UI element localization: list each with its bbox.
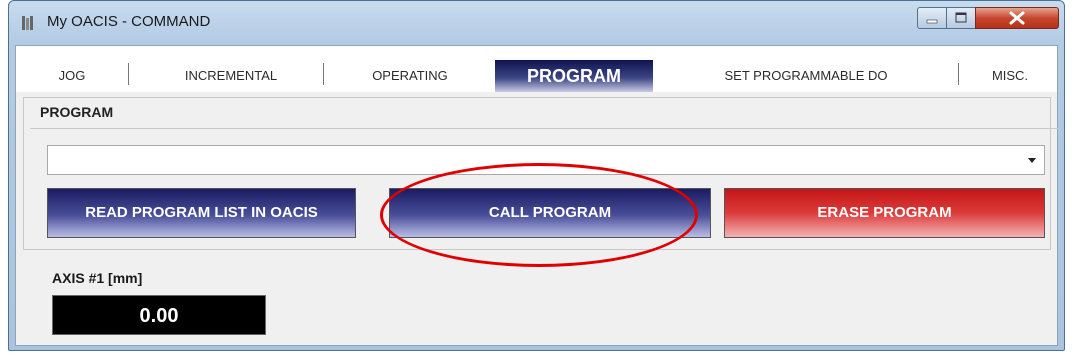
window-title: My OACIS - COMMAND [47, 13, 211, 30]
chevron-down-icon[interactable] [1028, 158, 1036, 163]
panel-divider [30, 128, 1058, 129]
tab-operating[interactable]: OPERATING [330, 60, 490, 92]
app-icon [22, 16, 33, 30]
maximize-button[interactable] [946, 7, 976, 29]
close-icon [1009, 11, 1025, 25]
read-program-list-button[interactable]: READ PROGRAM LIST IN OACIS [47, 188, 356, 238]
program-section-title: PROGRAM [40, 104, 114, 120]
tab-incremental[interactable]: INCREMENTAL [146, 60, 316, 92]
erase-program-button[interactable]: ERASE PROGRAM [724, 188, 1045, 238]
minimize-button[interactable] [917, 7, 947, 29]
axis-value-display: 0.00 [52, 295, 266, 335]
close-button[interactable] [975, 7, 1059, 29]
tab-jog[interactable]: JOG [28, 60, 116, 92]
tab-misc[interactable]: MISC. [966, 60, 1054, 92]
tab-set-programmable-do[interactable]: SET PROGRAMMABLE DO [661, 60, 951, 92]
highlight-ellipse [380, 163, 698, 267]
axis-label: AXIS #1 [mm] [52, 270, 143, 286]
tab-program[interactable]: PROGRAM [495, 60, 653, 92]
title-bar[interactable]: My OACIS - COMMAND [9, 1, 1064, 45]
tab-separator [128, 63, 129, 85]
tab-strip: JOG INCREMENTAL OPERATING PROGRAM SET PR… [16, 46, 1057, 92]
tab-separator [958, 63, 959, 85]
minimize-icon [926, 19, 938, 24]
maximize-icon [955, 12, 967, 23]
tab-separator [323, 63, 324, 85]
